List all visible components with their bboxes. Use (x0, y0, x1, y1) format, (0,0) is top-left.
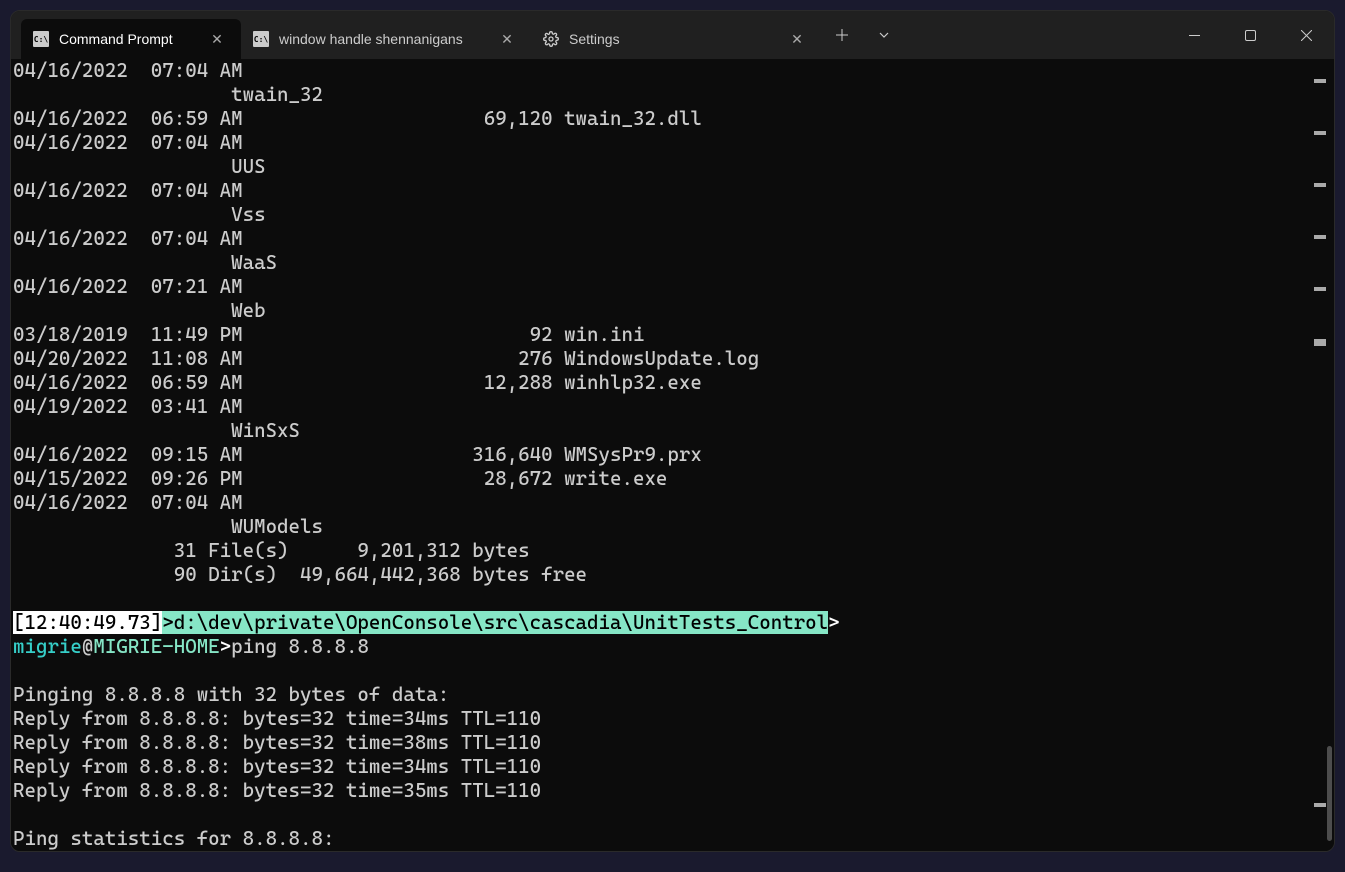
dir-entry: 04/16/2022 06:59 AM 69,120 twain_32.dll (13, 107, 1332, 131)
ping-header: Pinging 8.8.8.8 with 32 bytes of data: (13, 683, 1332, 707)
dir-entry: 04/16/2022 07:04 AM WaaS04/16/2022 07:21… (13, 227, 1332, 851)
close-window-button[interactable] (1278, 11, 1334, 59)
split-mark-icon (1314, 131, 1326, 135)
minimize-button[interactable] (1166, 11, 1222, 59)
tab-label: Command Prompt (59, 31, 195, 47)
ping-reply: Reply from 8.8.8.8: bytes=32 time=35ms T… (13, 779, 1332, 803)
dir-entry: 04/20/2022 11:08 AM 276 WindowsUpdate.lo… (13, 347, 1332, 371)
terminal-output[interactable]: 04/16/2022 07:04 AM twain_3204/16/2022 0… (11, 59, 1334, 851)
dir-entry: 04/16/2022 07:04 AM UUS04/16/2022 07:04 … (13, 131, 1332, 851)
tab-settings[interactable]: Settings ✕ (531, 19, 821, 59)
pane-split-indicators (1314, 79, 1326, 343)
cmd-icon: C:\ (33, 31, 49, 47)
scrollbar-thumb[interactable] (1327, 746, 1332, 841)
tab-strip: C:\ Command Prompt ✕ C:\ window handle s… (21, 11, 821, 59)
new-tab-button[interactable] (821, 11, 863, 59)
dir-entry: 04/16/2022 07:04 AM WUModels 31 File(s) … (13, 491, 1332, 851)
dir-entry: 04/16/2022 06:59 AM 12,288 winhlp32.exe (13, 371, 1332, 395)
terminal-window: C:\ Command Prompt ✕ C:\ window handle s… (10, 10, 1335, 852)
close-icon[interactable]: ✕ (785, 27, 809, 51)
split-mark-icon (1314, 339, 1326, 343)
dir-entry: 04/16/2022 07:21 AM Web03/18/2019 11:49 … (13, 275, 1332, 851)
tab-dropdown-button[interactable] (863, 11, 905, 59)
tab-command-prompt[interactable]: C:\ Command Prompt ✕ (21, 19, 241, 59)
ping-reply: Reply from 8.8.8.8: bytes=32 time=38ms T… (13, 731, 1332, 755)
window-controls (1166, 11, 1334, 59)
dir-entry: 04/15/2022 09:26 PM 28,672 write.exe (13, 467, 1332, 491)
ping-stats: Ping statistics for 8.8.8.8: (13, 827, 1332, 851)
dir-entry: 04/16/2022 07:04 AM twain_3204/16/2022 0… (13, 59, 1332, 851)
prompt-host: MIGRIE-HOME (93, 635, 219, 658)
maximize-button[interactable] (1222, 11, 1278, 59)
dir-entry: 04/16/2022 09:15 AM 316,640 WMSysPr9.prx (13, 443, 1332, 467)
split-mark-icon (1314, 235, 1326, 239)
gear-icon (543, 31, 559, 47)
dir-entry: 04/19/2022 03:41 AM WinSxS04/16/2022 09:… (13, 395, 1332, 851)
dir-entry: 03/18/2019 11:49 PM 92 win.ini (13, 323, 1332, 347)
prompt-line: migrie@MIGRIE-HOME>ping 8.8.8.8 (13, 635, 1332, 659)
dir-entry: 04/16/2022 07:04 AM Vss04/16/2022 07:04 … (13, 179, 1332, 851)
timestamp-badge: [12:40:49.73] (13, 611, 162, 634)
ping-reply: Reply from 8.8.8.8: bytes=32 time=34ms T… (13, 707, 1332, 731)
close-icon[interactable]: ✕ (205, 27, 229, 51)
cmd-icon: C:\ (253, 31, 269, 47)
prompt-user: migrie (13, 635, 82, 658)
split-mark-icon (1314, 183, 1326, 187)
prompt-line: [12:40:49.73]>d:\dev\private\OpenConsole… (13, 611, 1332, 635)
close-icon[interactable]: ✕ (495, 27, 519, 51)
tab-label: window handle shennanigans (279, 31, 485, 47)
path-badge: >d:\dev\private\OpenConsole\src\cascadia… (162, 611, 828, 634)
split-mark-icon (1314, 79, 1326, 83)
ping-reply: Reply from 8.8.8.8: bytes=32 time=34ms T… (13, 755, 1332, 779)
split-mark-icon (1314, 803, 1326, 807)
title-bar[interactable]: C:\ Command Prompt ✕ C:\ window handle s… (11, 11, 1334, 59)
dir-summary: 90 Dir(s) 49,664,442,368 bytes free (13, 563, 1332, 587)
tab-label: Settings (569, 31, 775, 47)
tab-window-handle[interactable]: C:\ window handle shennanigans ✕ (241, 19, 531, 59)
dir-summary: 31 File(s) 9,201,312 bytes (13, 539, 1332, 563)
command-input[interactable]: ping 8.8.8.8 (231, 635, 369, 658)
split-mark-icon (1314, 287, 1326, 291)
